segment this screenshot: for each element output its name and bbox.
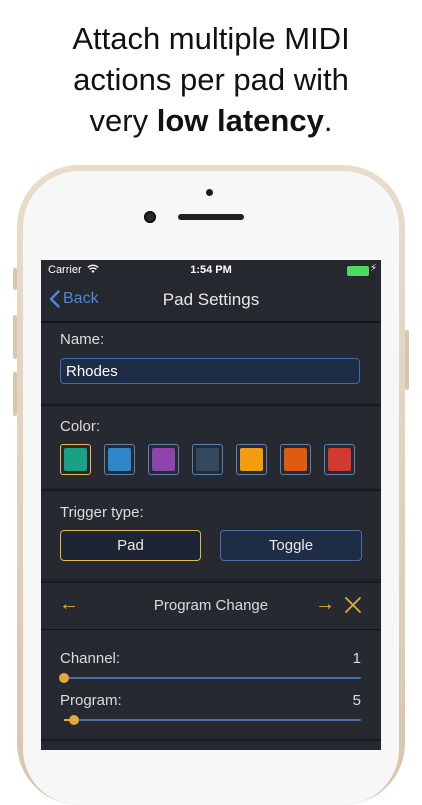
front-camera-icon: [144, 211, 156, 223]
headline-emphasis: low latency: [156, 103, 324, 138]
navigation-bar: Back Pad Settings: [41, 280, 381, 322]
trigger-toggle-button[interactable]: Toggle: [220, 530, 362, 561]
page-title: Pad Settings: [162, 290, 260, 309]
mute-switch: [13, 268, 17, 290]
color-section: Color:: [41, 405, 381, 488]
action-header: ← Program Change →: [41, 582, 381, 630]
action-params: Channel: 1 Program: 5: [41, 630, 381, 738]
power-button: [405, 330, 409, 390]
next-section-edge: [41, 740, 381, 750]
charging-bolt-icon: ⚡: [369, 263, 377, 274]
headline-line-3: very low latency.: [0, 100, 422, 141]
name-section: Name:: [41, 322, 381, 403]
color-label: Color:: [60, 418, 101, 435]
color-swatch-fill: [240, 448, 263, 471]
channel-value: 1: [352, 650, 361, 667]
program-value: 5: [352, 692, 361, 709]
color-swatch-fill: [108, 448, 131, 471]
name-input[interactable]: [60, 358, 360, 384]
color-swatch-fill: [196, 448, 219, 471]
color-swatch-1[interactable]: [60, 444, 91, 475]
headline: Attach multiple MIDI actions per pad wit…: [0, 18, 422, 141]
channel-slider-thumb[interactable]: [59, 673, 69, 683]
app-screen: Carrier 1:54 PM ⚡ Back Pad Settings Name…: [41, 260, 381, 750]
status-bar: Carrier 1:54 PM ⚡: [41, 260, 381, 280]
volume-down-button: [13, 372, 17, 416]
headline-line-2: actions per pad with: [73, 62, 349, 97]
color-swatch-fill: [284, 448, 307, 471]
earpiece-speaker: [178, 214, 244, 220]
channel-label: Channel:: [60, 650, 121, 667]
close-icon[interactable]: [343, 595, 363, 615]
headline-line-3-start: very: [89, 103, 157, 138]
trigger-pad-button[interactable]: Pad: [60, 530, 201, 561]
color-swatch-row: [60, 444, 368, 475]
color-swatch-fill: [152, 448, 175, 471]
trigger-type-label: Trigger type:: [60, 504, 144, 521]
proximity-sensor: [206, 189, 213, 196]
color-swatch-fill: [328, 448, 351, 471]
color-swatch-7[interactable]: [324, 444, 355, 475]
headline-line-3-end: .: [323, 103, 333, 138]
color-swatch-6[interactable]: [280, 444, 311, 475]
program-label: Program:: [60, 692, 122, 709]
name-label: Name:: [60, 331, 105, 348]
channel-slider-track[interactable]: [59, 673, 361, 683]
status-time: 1:54 PM: [190, 264, 232, 276]
color-swatch-4[interactable]: [192, 444, 223, 475]
program-slider-thumb[interactable]: [69, 715, 80, 725]
color-swatch-5[interactable]: [236, 444, 267, 475]
arrow-right-icon[interactable]: →: [315, 593, 335, 616]
program-slider-row: Program: 5: [41, 692, 381, 732]
headline-line-1: Attach multiple MIDI: [72, 21, 350, 56]
trigger-section: Trigger type: Pad Toggle: [41, 490, 381, 579]
volume-up-button: [13, 315, 17, 359]
color-swatch-fill: [64, 448, 87, 471]
color-swatch-3[interactable]: [148, 444, 179, 475]
color-swatch-2[interactable]: [104, 444, 135, 475]
program-slider-track[interactable]: [64, 715, 361, 725]
battery-icon: [347, 266, 369, 276]
channel-slider-row: Channel: 1: [41, 650, 381, 690]
